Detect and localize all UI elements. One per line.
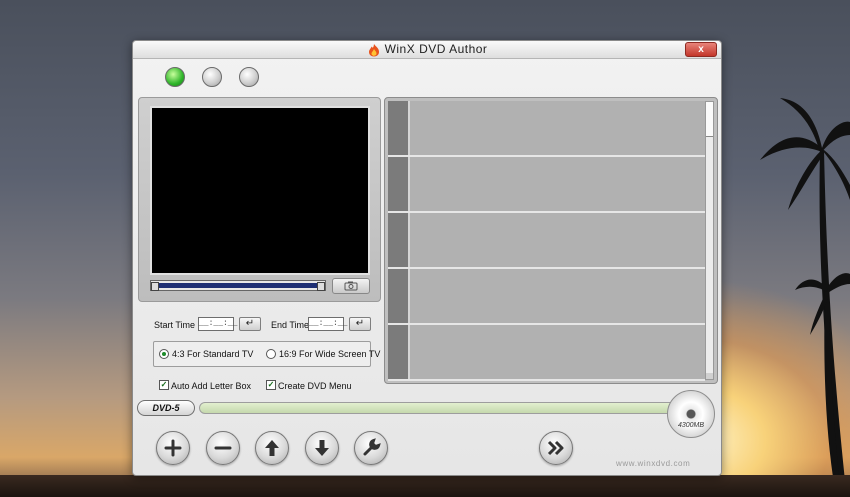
app-window: WinX DVD Author x Start Time: __:__:__ … [132,40,722,476]
add-button[interactable] [156,431,190,465]
window-title: WinX DVD Author [384,42,488,56]
preview-panel [138,97,381,302]
mode-indicator-3[interactable] [239,67,259,87]
list-scrollbar[interactable] [705,101,714,380]
scrollbar-thumb[interactable] [706,102,713,137]
seek-end-handle[interactable] [317,282,325,291]
start-button[interactable] [539,431,573,465]
website-label: www.winxdvd.com [616,459,691,468]
add-icon [164,439,182,457]
list-item[interactable] [388,101,705,157]
radio-4-3[interactable] [159,349,169,359]
move-up-button[interactable] [255,431,289,465]
move-up-icon [265,440,279,456]
disc-capacity-label: 4300MB [677,422,705,429]
file-list[interactable] [384,97,718,384]
end-time-enter-button[interactable]: ↵ [349,317,371,331]
list-item[interactable] [388,157,705,213]
create-menu-checkbox[interactable]: ✓ [266,380,276,390]
remove-button[interactable] [206,431,240,465]
row-handle [388,157,410,211]
wrench-icon [363,438,381,456]
list-item[interactable] [388,213,705,269]
seek-bar-fill [157,283,319,288]
start-time-label: Start Time : [154,320,201,330]
start-time-enter-button[interactable]: ↵ [239,317,261,331]
row-handle [388,213,410,267]
next-icon [547,440,564,456]
dvd-type-selector[interactable]: DVD-5 [137,400,195,416]
flame-icon [367,43,381,57]
seek-start-handle[interactable] [151,282,159,291]
settings-button[interactable] [354,431,388,465]
disc-icon: 4300MB [667,390,715,438]
row-handle [388,269,410,323]
create-menu-label: Create DVD Menu [278,381,352,391]
remove-icon [214,446,232,450]
video-preview-screen [150,106,370,275]
snapshot-button[interactable] [332,278,370,294]
radio-16-9[interactable] [266,349,276,359]
scroll-down-arrow[interactable] [706,373,713,379]
seek-bar[interactable] [150,280,326,291]
auto-letterbox-label: Auto Add Letter Box [171,381,252,391]
start-time-field[interactable]: __:__:__ [198,317,237,331]
title-bar[interactable]: WinX DVD Author x [133,41,721,59]
move-down-icon [315,440,329,456]
end-time-field[interactable]: __:__:__ [308,317,347,331]
radio-4-3-label: 4:3 For Standard TV [172,349,254,359]
auto-letterbox-checkbox[interactable]: ✓ [159,380,169,390]
radio-16-9-label: 16:9 For Wide Screen TV [279,349,381,359]
disc-capacity-bar [199,402,681,414]
row-handle [388,101,410,155]
row-handle [388,325,410,379]
mode-indicator-2[interactable] [202,67,222,87]
palm-tree-background-2 [795,260,850,490]
aspect-ratio-group: 4:3 For Standard TV 16:9 For Wide Screen… [153,341,380,367]
mode-indicator-1[interactable] [165,67,185,87]
title-wrap: WinX DVD Author [133,42,721,57]
camera-icon [344,281,358,291]
list-item[interactable] [388,269,705,325]
close-button[interactable]: x [685,42,717,57]
ground-silhouette [0,475,850,497]
move-down-button[interactable] [305,431,339,465]
list-item[interactable] [388,325,705,381]
